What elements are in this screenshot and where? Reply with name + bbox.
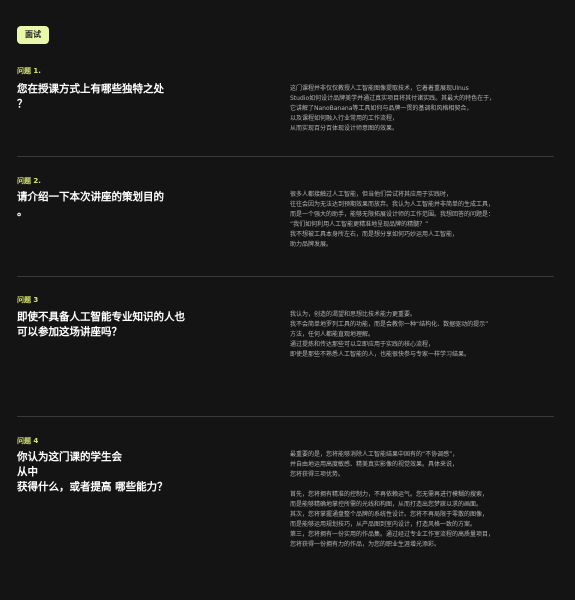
divider — [17, 276, 554, 277]
question-3-title: 即使不具备人工智能专业知识的人也 可以参加这场讲座吗？ — [17, 311, 185, 338]
question-4-title: 你认为这门课的学生会 从中 获得什么，或者提高 哪些能力？ — [17, 451, 168, 493]
answer-2-text: 很多人都接触过人工智能，但当他们尝试将其应用于实践时， 往往会因为无法达到预期效… — [290, 191, 495, 248]
answer-4-text: 最重要的是，您将能够消除人工智能结果中固有的“不协调感”， 并自由地运用高度敏感… — [290, 451, 495, 548]
question-3-label: 问题 3 — [17, 296, 39, 304]
question-4-label: 问题 4 — [17, 437, 39, 445]
interview-page: 面试 问题 1. 您在授课方式上有哪些独特之处 ？ 这门课程并非仅仅教授人工智能… — [0, 0, 575, 600]
divider — [17, 416, 554, 417]
answer-3-text: 我认为，创造的渴望和思想比技术能力更重要。 我不会简单地罗列工具的功能，而是会教… — [290, 311, 489, 358]
answer-1-text: 这门课程并非仅仅教授人工智能图像提取技术，它着着重展现Ulnus Studio如… — [290, 85, 496, 132]
interview-badge: 面试 — [17, 26, 49, 44]
divider — [17, 156, 554, 157]
question-2-title: 请介绍一下本次讲座的策划目的 。 — [17, 191, 164, 218]
question-1-label: 问题 1. — [17, 67, 41, 75]
question-1-title: 您在授课方式上有哪些独特之处 ？ — [17, 83, 164, 110]
question-2-label: 问题 2. — [17, 177, 41, 185]
